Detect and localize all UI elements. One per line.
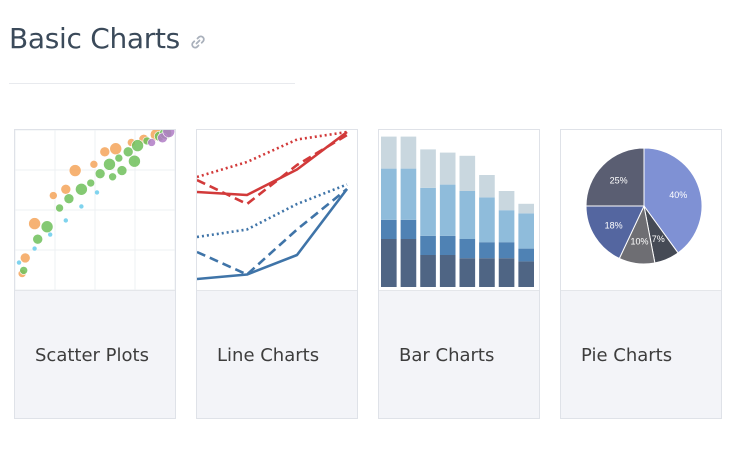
scatter-point: [16, 260, 22, 265]
bar-segment: [459, 191, 476, 239]
bar-segment: [381, 219, 397, 239]
scatter-point: [68, 164, 82, 177]
scatter-thumbnail: [15, 130, 175, 291]
bar-segment: [381, 168, 397, 220]
bar-segment: [420, 149, 436, 188]
scatter-point: [19, 266, 28, 275]
pie-chart: 40% 7% 10% 18% 25%: [585, 147, 703, 265]
scatter-point: [108, 172, 117, 182]
bar-segment: [479, 197, 495, 243]
scatter-chart: [15, 130, 175, 290]
section-header: Basic Charts: [9, 22, 208, 55]
scatter-point: [63, 218, 68, 223]
bar-segment: [400, 136, 417, 169]
bar-segment: [420, 255, 436, 287]
bar-segment: [400, 219, 417, 239]
bar-segment: [459, 155, 476, 191]
scatter-point: [128, 154, 141, 168]
scatter-point: [28, 217, 41, 230]
bar-segment: [498, 242, 515, 259]
bar-segment: [518, 261, 534, 287]
bar-segment: [439, 184, 456, 236]
scatter-point: [32, 233, 44, 245]
bar-segment: [498, 258, 515, 287]
bar-segment: [518, 248, 534, 262]
bar-chart: [381, 136, 534, 287]
bar-thumbnail: [379, 130, 539, 291]
pie-label: 7%: [652, 234, 665, 244]
card-bar-charts[interactable]: Bar Charts: [378, 129, 540, 419]
bar-segment: [518, 213, 534, 249]
scatter-point: [94, 168, 106, 179]
scatter-point: [86, 178, 96, 188]
bar-segment: [420, 187, 436, 236]
bar-segment: [479, 175, 495, 198]
scatter-point: [103, 158, 116, 171]
scatter-point: [63, 193, 75, 204]
page-title: Basic Charts: [9, 22, 180, 55]
card-label-bar: Bar Charts: [399, 345, 495, 366]
bar-segment: [381, 136, 397, 169]
card-label-line: Line Charts: [217, 345, 320, 366]
title-divider: [9, 83, 295, 84]
bar-segment: [479, 258, 495, 287]
pie-label: 10%: [630, 237, 648, 247]
scatter-point: [19, 252, 31, 264]
bar-segment: [439, 255, 456, 287]
card-label-pie: Pie Charts: [581, 345, 673, 366]
bar-segment: [498, 191, 515, 211]
bar-segment: [479, 242, 495, 259]
scatter-point: [55, 203, 64, 213]
scatter-point: [94, 190, 100, 195]
bar-segment: [400, 168, 417, 220]
scatter-point: [89, 160, 99, 169]
bar-segment: [420, 235, 436, 255]
bar-segment: [439, 235, 456, 255]
bar-segment: [400, 239, 417, 287]
bar-segment: [381, 239, 397, 287]
bar-segment: [459, 239, 476, 259]
pie-label: 18%: [605, 220, 623, 230]
scatter-point: [109, 142, 123, 156]
card-line-charts[interactable]: Line Charts: [196, 129, 358, 419]
bar-segment: [439, 152, 456, 185]
scatter-point: [131, 139, 144, 152]
scatter-point: [116, 165, 128, 176]
scatter-point: [99, 146, 111, 158]
series-line: [197, 130, 348, 179]
card-pie-charts[interactable]: 40% 7% 10% 18% 25% Pie Charts: [560, 129, 722, 419]
link-icon[interactable]: [188, 32, 208, 52]
scatter-point: [40, 220, 54, 234]
scatter-point: [122, 146, 134, 158]
scatter-point: [49, 191, 58, 200]
scatter-point: [114, 153, 124, 163]
card-label-scatter: Scatter Plots: [35, 345, 149, 366]
line-chart: [197, 130, 349, 281]
card-scatter-plots[interactable]: Scatter Plots: [14, 129, 176, 419]
scatter-point: [32, 246, 37, 251]
line-thumbnail: [197, 130, 357, 291]
pie-label: 25%: [610, 176, 628, 186]
pie-thumbnail: 40% 7% 10% 18% 25%: [561, 130, 721, 291]
scatter-point: [60, 183, 72, 195]
bar-segment: [498, 210, 515, 243]
bar-segment: [518, 203, 534, 214]
pie-label: 40%: [669, 190, 687, 200]
scatter-point: [147, 138, 156, 147]
scatter-point: [79, 204, 84, 209]
series-line: [197, 188, 349, 281]
series-line: [197, 187, 348, 276]
scatter-point: [75, 182, 88, 196]
bar-segment: [459, 258, 476, 287]
scatter-point: [48, 232, 53, 237]
